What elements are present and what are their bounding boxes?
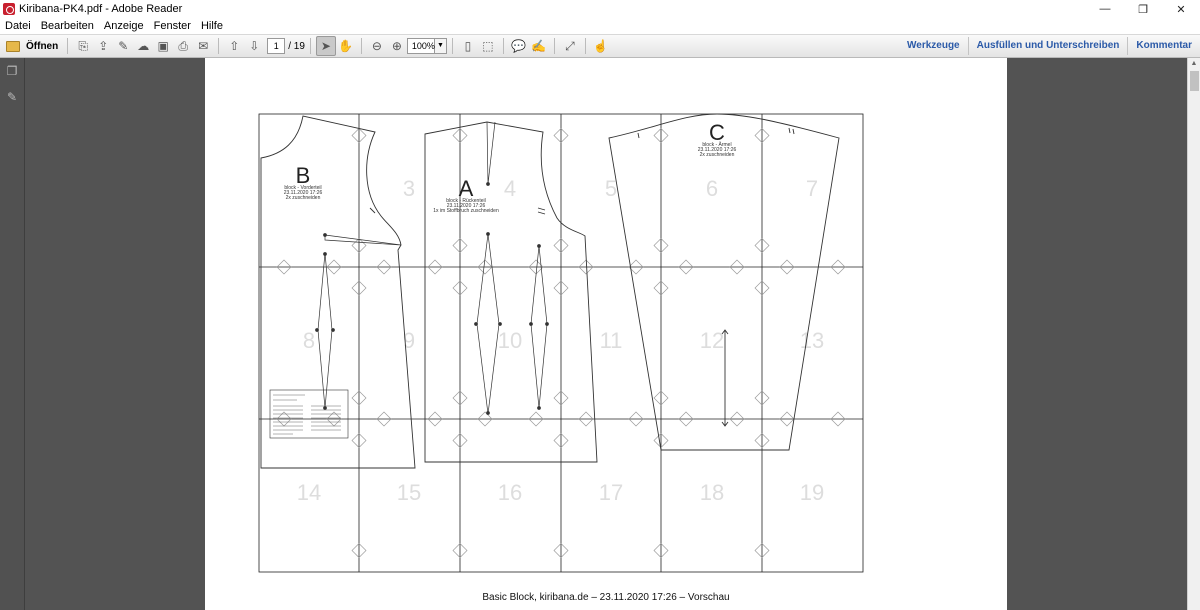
pdf-page: 3 4 5 6 7 8 9 10 11 12 13 14 15 16 17 18… [205,58,1007,610]
title-bar: Kiribana-PK4.pdf - Adobe Reader — ❐ ✕ [0,0,1200,18]
toolbar: Öffnen ⎘ ⇪ ✎ ☁ ▣ ⎙ ✉ ⇧ ⇩ 1 / 19 ➤ ✋ ⊖ ⊕ … [0,34,1200,58]
previous-page-icon[interactable]: ⇧ [224,36,244,56]
menu-datei[interactable]: Datei [0,20,36,32]
tile-page-numbers: 3 4 5 6 7 8 9 10 11 12 13 14 15 16 17 18… [297,176,824,505]
tile-number: 17 [599,480,623,505]
scroll-thumb[interactable] [1190,71,1199,91]
separator [218,38,220,54]
task-pane-links: Werkzeuge Ausfüllen und Unterschreiben K… [899,34,1200,58]
tile-grid [259,114,863,572]
menu-bearbeiten[interactable]: Bearbeiten [36,20,99,32]
tile-number: 14 [297,480,321,505]
zoom-field[interactable]: 100% [406,38,435,54]
select-tool-icon[interactable]: ➤ [315,36,336,56]
folder-icon [6,40,20,52]
highlight-icon[interactable]: ✍ [529,36,549,56]
create-pdf-icon[interactable]: ⎘ [73,36,93,56]
separator [360,38,362,54]
comment-icon[interactable]: 💬 [509,36,529,56]
edit-pdf-icon[interactable]: ✎ [113,36,133,56]
open-label: Öffnen [26,40,59,52]
tile-number: 15 [397,480,421,505]
maximize-button[interactable]: ❐ [1124,0,1162,18]
close-button[interactable]: ✕ [1162,0,1200,18]
zoom-dropdown-icon[interactable]: ▼ [434,38,447,54]
tile-number: 5 [605,176,617,201]
tile-number: 4 [504,176,516,201]
save-icon[interactable]: ▣ [153,36,173,56]
next-page-icon[interactable]: ⇩ [244,36,264,56]
menu-fenster[interactable]: Fenster [149,20,196,32]
piece-a-cut: 1x im Stoffbruch zuschneiden [433,208,499,214]
menu-hilfe[interactable]: Hilfe [196,20,228,32]
cloud-share-icon[interactable]: ☁ [133,36,153,56]
email-icon[interactable]: ✉ [193,36,213,56]
tile-number: 8 [303,328,315,353]
fit-page-icon[interactable]: ▯ [458,36,478,56]
tile-number: 3 [403,176,415,201]
piece-b-cut: 2x zuschneiden [286,195,321,201]
page-footer: Basic Block, kiribana.de – 23.11.2020 17… [482,592,730,603]
separator [67,38,69,54]
tile-number: 12 [700,328,724,353]
scroll-up-icon[interactable]: ▲ [1188,58,1200,70]
piece-a-back [424,121,598,463]
page-thumbnails-icon[interactable]: ❐ [5,64,19,78]
window-title: Kiribana-PK4.pdf - Adobe Reader [19,3,183,15]
sign-icon[interactable]: ☝ [591,36,611,56]
tile-number: 18 [700,480,724,505]
menu-bar: Datei Bearbeiten Anzeige Fenster Hilfe [0,18,1200,34]
zoom-out-icon[interactable]: ⊖ [367,36,387,56]
hand-tool-icon[interactable]: ✋ [336,36,356,56]
full-screen-icon[interactable]: ⤢ [560,36,580,56]
tile-number: 6 [706,176,718,201]
navigation-pane: ❐ ✎ [0,58,25,610]
vertical-scrollbar[interactable]: ▲ [1187,58,1200,610]
sewing-pattern-overview: 3 4 5 6 7 8 9 10 11 12 13 14 15 16 17 18… [258,113,864,573]
piece-c-cut: 2x zuschneiden [700,152,735,158]
piece-b-front [260,115,416,469]
tile-number: 10 [498,328,522,353]
tile-number: 13 [800,328,824,353]
fill-sign-link[interactable]: Ausfüllen und Unterschreiben [967,37,1128,55]
separator [584,38,586,54]
page-total: / 19 [288,40,305,52]
adobe-reader-icon [3,3,15,15]
fit-width-icon[interactable]: ⬚ [478,36,498,56]
tile-number: 19 [800,480,824,505]
export-pdf-icon[interactable]: ⇪ [93,36,113,56]
attachments-icon[interactable]: ✎ [5,90,19,104]
tools-link[interactable]: Werkzeuge [899,37,968,55]
tile-number: 16 [498,480,522,505]
separator [309,38,311,54]
separator [502,38,504,54]
tile-number: 7 [806,176,818,201]
comment-link[interactable]: Kommentar [1127,37,1200,55]
piece-c-sleeve [608,113,840,451]
zoom-in-icon[interactable]: ⊕ [387,36,407,56]
measurement-table [273,394,341,435]
page-number-input[interactable]: 1 [267,38,286,54]
tile-number: 11 [600,328,623,353]
separator [451,38,453,54]
print-icon[interactable]: ⎙ [173,36,193,56]
minimize-button[interactable]: — [1086,0,1124,18]
menu-anzeige[interactable]: Anzeige [99,20,149,32]
separator [553,38,555,54]
open-button[interactable]: Öffnen [0,40,62,52]
